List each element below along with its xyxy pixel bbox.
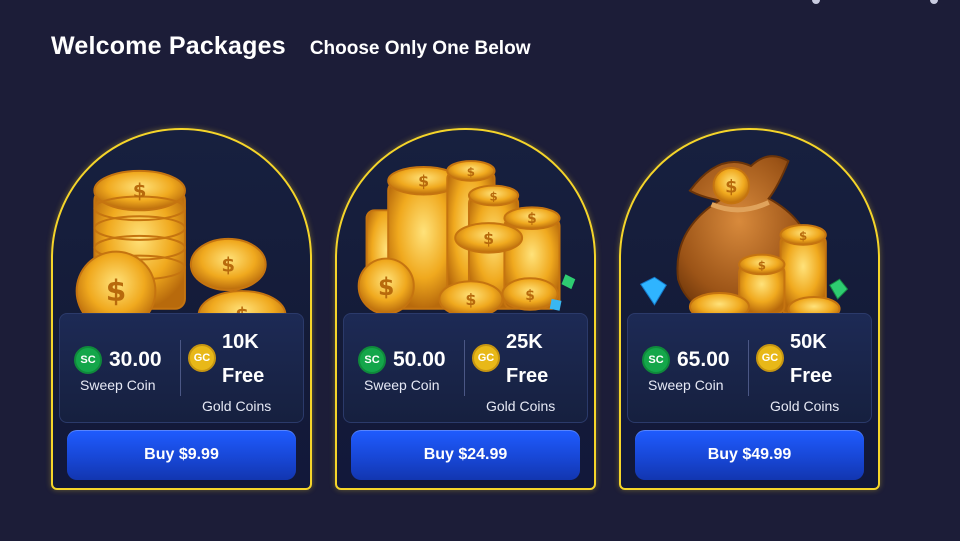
gold-coin-icon: GC (756, 344, 784, 372)
package-card: $ $ $ SC 65.00 Sweep Coin GC 50K Free Go… (619, 128, 880, 490)
svg-text:$: $ (483, 229, 494, 248)
svg-text:$: $ (106, 274, 127, 308)
coin-pile-icon: $ $ $ $ $ $ $ $ (357, 160, 576, 318)
svg-text:$: $ (489, 189, 497, 203)
gold-coin-block: GC 10K Free Gold Coins (188, 326, 298, 414)
package-info: SC 30.00 Sweep Coin GC 10K Free Gold Coi… (59, 313, 304, 423)
package-cards: $ $ $ $ SC 30.00 Sweep Coin GC (51, 128, 881, 490)
buy-button[interactable]: Buy $49.99 (635, 430, 864, 480)
corner-dot (930, 0, 938, 4)
sweep-coin-label: Sweep Coin (364, 377, 440, 393)
gold-coin-block: GC 25K Free Gold Coins (472, 326, 582, 414)
buy-button[interactable]: Buy $24.99 (351, 430, 580, 480)
gold-coin-icon: GC (472, 344, 500, 372)
page-subtitle: Choose Only One Below (309, 38, 531, 59)
package-info: SC 50.00 Sweep Coin GC 25K Free Gold Coi… (343, 313, 588, 423)
sweep-coin-amount: 50.00 (393, 348, 446, 371)
svg-text:$: $ (418, 172, 429, 191)
gold-coin-label: Gold Coins (486, 398, 556, 414)
gold-coin-amount: 50K (790, 331, 827, 353)
divider (180, 340, 181, 396)
svg-text:$: $ (221, 253, 235, 276)
gold-coin-block: GC 50K Free Gold Coins (756, 326, 866, 414)
sweep-coin-label: Sweep Coin (648, 377, 724, 393)
svg-text:$: $ (527, 211, 537, 227)
sweep-coin-block: SC 65.00 Sweep Coin (642, 346, 752, 393)
svg-text:$: $ (378, 273, 394, 301)
money-bag-icon: $ $ $ (639, 155, 849, 322)
coin-stack-icon: $ $ $ $ (75, 169, 287, 330)
gold-coin-free: Free (506, 365, 549, 387)
gold-coin-label: Gold Coins (770, 398, 840, 414)
sweep-coin-amount: 65.00 (677, 348, 730, 371)
page-title: Welcome Packages (51, 32, 286, 60)
package-card: $ $ $ $ SC 30.00 Sweep Coin GC (51, 128, 312, 490)
gold-coin-free: Free (222, 365, 265, 387)
sweep-coin-icon: SC (642, 346, 670, 374)
gold-coin-amount: 10K (222, 331, 259, 353)
top-corner-indicators (812, 0, 938, 4)
sweep-coin-block: SC 50.00 Sweep Coin (358, 346, 468, 393)
gold-coin-icon: GC (188, 344, 216, 372)
svg-text:$: $ (799, 229, 807, 243)
divider (748, 340, 749, 396)
svg-text:$: $ (133, 180, 147, 203)
gold-coin-amount: 25K (506, 331, 543, 353)
buy-button[interactable]: Buy $9.99 (67, 430, 296, 480)
corner-dot (812, 0, 820, 4)
divider (464, 340, 465, 396)
svg-text:$: $ (758, 258, 766, 272)
svg-text:$: $ (467, 165, 475, 179)
sweep-coin-amount: 30.00 (109, 348, 162, 371)
sweep-coin-icon: SC (358, 346, 386, 374)
gold-coin-label: Gold Coins (202, 398, 272, 414)
sweep-coin-label: Sweep Coin (80, 377, 156, 393)
header: Welcome Packages Choose Only One Below (51, 32, 530, 61)
package-card: $ $ $ $ $ $ $ $ SC 50.00 Sweep Coin GC 2… (335, 128, 596, 490)
gold-coin-free: Free (790, 365, 833, 387)
svg-text:$: $ (725, 178, 737, 198)
svg-text:$: $ (465, 290, 476, 309)
sweep-coin-block: SC 30.00 Sweep Coin (74, 346, 184, 393)
page: Welcome Packages Choose Only One Below $… (0, 0, 960, 541)
sweep-coin-icon: SC (74, 346, 102, 374)
package-info: SC 65.00 Sweep Coin GC 50K Free Gold Coi… (627, 313, 872, 423)
svg-text:$: $ (525, 288, 535, 304)
